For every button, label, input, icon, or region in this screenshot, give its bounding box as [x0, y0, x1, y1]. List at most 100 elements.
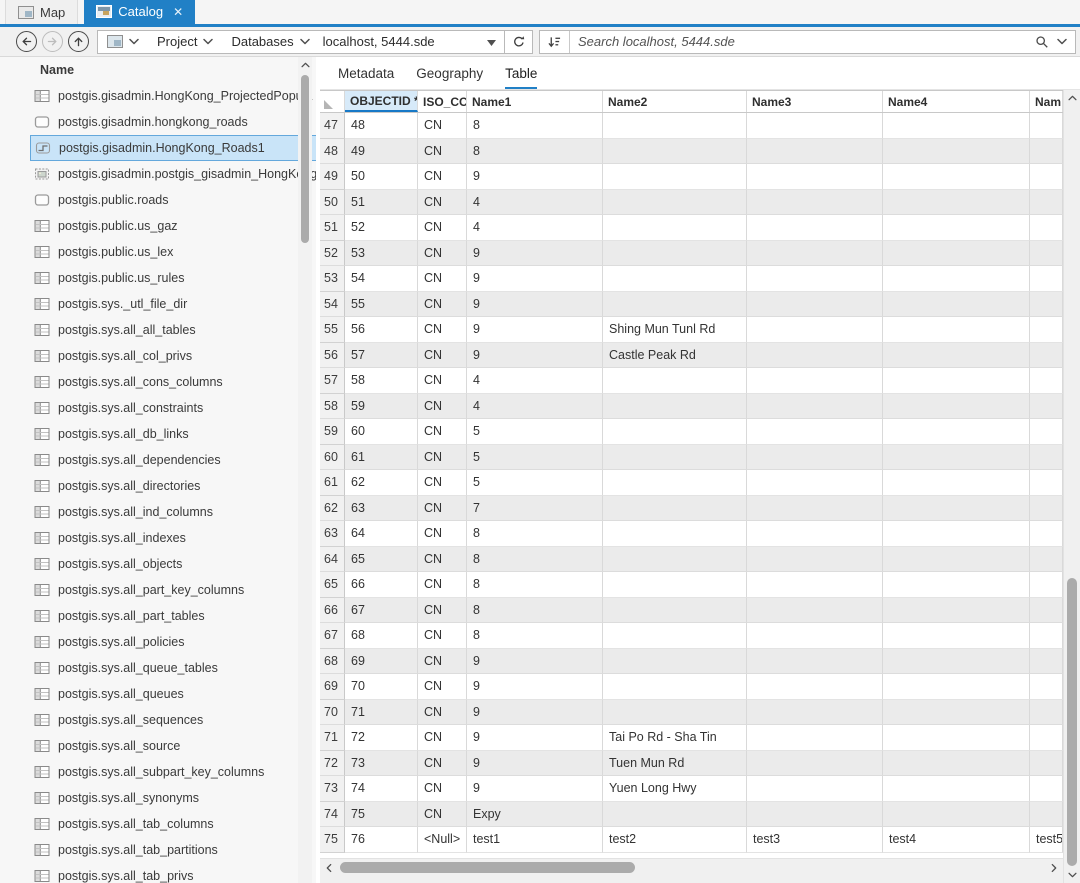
table-cell[interactable]: 54	[345, 266, 418, 292]
table-row[interactable]: 4849CN8	[320, 139, 1063, 165]
horizontal-scrollbar[interactable]	[320, 858, 1063, 876]
table-cell[interactable]	[747, 598, 883, 624]
table-cell[interactable]	[883, 139, 1030, 165]
row-number-cell[interactable]: 58	[320, 394, 345, 420]
horizontal-scroll-track[interactable]	[338, 859, 1045, 876]
tab-catalog[interactable]: Catalog ✕	[84, 0, 195, 24]
table-cell[interactable]	[883, 241, 1030, 267]
table-cell[interactable]: 9	[467, 292, 603, 318]
sidebar-item[interactable]: postgis.sys.all_indexes	[30, 525, 316, 551]
sidebar-item[interactable]: postgis.sys.all_queues	[30, 681, 316, 707]
table-cell[interactable]	[603, 139, 747, 165]
table-row[interactable]: 5556CN9Shing Mun Tunl Rd	[320, 317, 1063, 343]
table-cell[interactable]: 8	[467, 598, 603, 624]
table-cell[interactable]: 72	[345, 725, 418, 751]
sidebar-item[interactable]: postgis.sys.all_tab_privs	[30, 863, 316, 883]
table-cell[interactable]: 56	[345, 317, 418, 343]
table-cell[interactable]	[1030, 164, 1063, 190]
row-number-cell[interactable]: 64	[320, 547, 345, 573]
table-cell[interactable]: CN	[418, 394, 467, 420]
sidebar-item[interactable]: postgis.sys.all_subpart_key_columns	[30, 759, 316, 785]
row-number-cell[interactable]: 52	[320, 241, 345, 267]
sidebar-item[interactable]: postgis.sys.all_part_key_columns	[30, 577, 316, 603]
table-cell[interactable]	[747, 700, 883, 726]
table-row[interactable]: 6263CN7	[320, 496, 1063, 522]
table-cell[interactable]	[1030, 649, 1063, 675]
table-cell[interactable]: 58	[345, 368, 418, 394]
table-cell[interactable]	[883, 113, 1030, 139]
table-cell[interactable]	[747, 674, 883, 700]
row-number-cell[interactable]: 54	[320, 292, 345, 318]
table-cell[interactable]	[883, 343, 1030, 369]
table-cell[interactable]: CN	[418, 139, 467, 165]
table-cell[interactable]	[883, 164, 1030, 190]
table-cell[interactable]: CN	[418, 623, 467, 649]
table-cell[interactable]	[883, 445, 1030, 471]
table-row[interactable]: 7576<Null>test1test2test3test4test5	[320, 827, 1063, 853]
table-cell[interactable]: 9	[467, 776, 603, 802]
table-row[interactable]: 7475CNExpy	[320, 802, 1063, 828]
table-cell[interactable]	[603, 496, 747, 522]
table-cell[interactable]: CN	[418, 317, 467, 343]
table-cell[interactable]: 64	[345, 521, 418, 547]
table-cell[interactable]: 8	[467, 521, 603, 547]
table-cell[interactable]	[603, 547, 747, 573]
table-cell[interactable]	[883, 292, 1030, 318]
vertical-scroll-track[interactable]	[1064, 106, 1080, 867]
scroll-up-button[interactable]	[298, 57, 312, 73]
tab-metadata[interactable]: Metadata	[338, 57, 394, 89]
sort-button[interactable]	[540, 31, 570, 53]
table-cell[interactable]	[747, 190, 883, 216]
table-cell[interactable]	[883, 700, 1030, 726]
table-cell[interactable]: CN	[418, 521, 467, 547]
column-header[interactable]: Name2	[603, 91, 747, 112]
sidebar-item[interactable]: postgis.sys.all_cons_columns	[30, 369, 316, 395]
table-cell[interactable]: 63	[345, 496, 418, 522]
table-cell[interactable]: 57	[345, 343, 418, 369]
table-cell[interactable]	[1030, 751, 1063, 777]
table-cell[interactable]	[747, 802, 883, 828]
table-cell[interactable]: <Null>	[418, 827, 467, 853]
table-row[interactable]: 7374CN9Yuen Long Hwy	[320, 776, 1063, 802]
search-input[interactable]	[570, 34, 1029, 49]
table-cell[interactable]	[747, 547, 883, 573]
breadcrumb-databases[interactable]: Databases	[222, 31, 318, 53]
row-number-cell[interactable]: 47	[320, 113, 345, 139]
sidebar-item[interactable]: postgis.sys.all_part_tables	[30, 603, 316, 629]
scrollbar-thumb[interactable]	[301, 75, 309, 243]
table-cell[interactable]: 49	[345, 139, 418, 165]
row-number-cell[interactable]: 74	[320, 802, 345, 828]
table-cell[interactable]	[603, 598, 747, 624]
sidebar-item[interactable]: postgis.gisadmin.HongKong_ProjectedPopul…	[30, 83, 316, 109]
table-cell[interactable]: 68	[345, 623, 418, 649]
sidebar-item[interactable]: postgis.gisadmin.postgis_gisadmin_HongKo…	[30, 161, 316, 187]
row-number-cell[interactable]: 51	[320, 215, 345, 241]
table-cell[interactable]: CN	[418, 598, 467, 624]
breadcrumb-root[interactable]	[98, 31, 148, 53]
vertical-scroll-thumb[interactable]	[1067, 578, 1077, 866]
table-cell[interactable]: 5	[467, 445, 603, 471]
table-row[interactable]: 4950CN9	[320, 164, 1063, 190]
table-row[interactable]: 6667CN8	[320, 598, 1063, 624]
table-cell[interactable]	[1030, 470, 1063, 496]
table-cell[interactable]	[883, 470, 1030, 496]
table-cell[interactable]: 9	[467, 700, 603, 726]
table-cell[interactable]: 76	[345, 827, 418, 853]
table-cell[interactable]	[747, 343, 883, 369]
forward-button[interactable]	[42, 31, 63, 52]
table-cell[interactable]: CN	[418, 343, 467, 369]
close-icon[interactable]: ✕	[173, 5, 183, 19]
table-cell[interactable]: CN	[418, 266, 467, 292]
table-cell[interactable]: 53	[345, 241, 418, 267]
table-cell[interactable]: test2	[603, 827, 747, 853]
table-cell[interactable]	[1030, 368, 1063, 394]
up-button[interactable]	[68, 31, 89, 52]
table-cell[interactable]	[883, 368, 1030, 394]
table-cell[interactable]: CN	[418, 292, 467, 318]
table-cell[interactable]	[1030, 725, 1063, 751]
table-cell[interactable]	[883, 674, 1030, 700]
table-cell[interactable]	[1030, 547, 1063, 573]
table-cell[interactable]	[747, 470, 883, 496]
table-cell[interactable]: 4	[467, 394, 603, 420]
table-cell[interactable]	[747, 266, 883, 292]
